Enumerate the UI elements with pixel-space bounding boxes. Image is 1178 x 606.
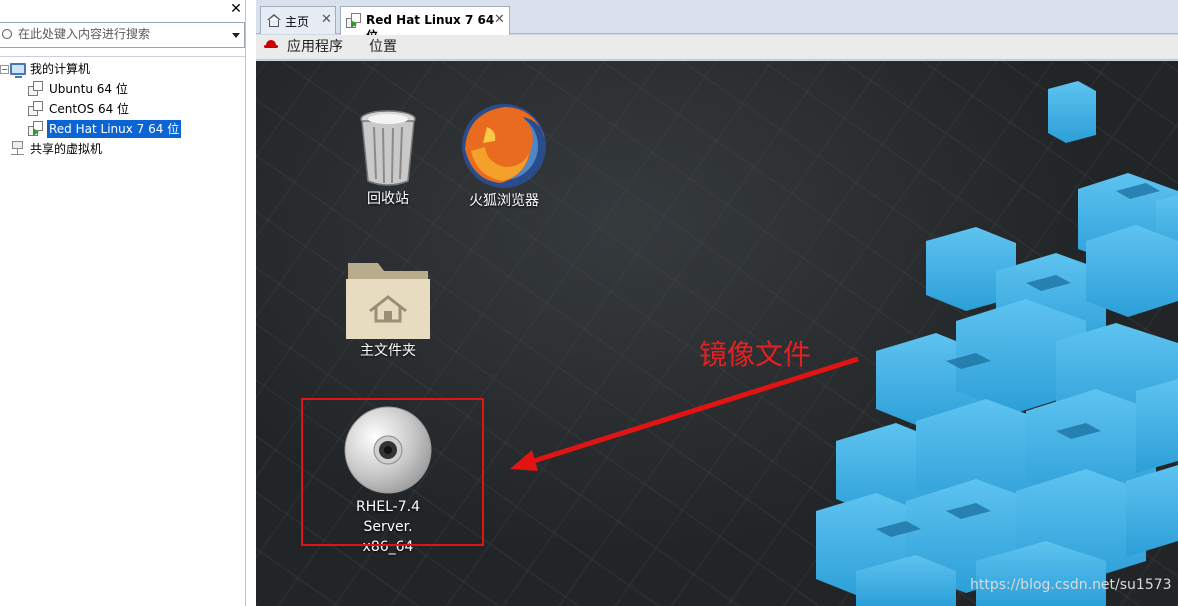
folder-icon bbox=[346, 263, 430, 339]
search-icon bbox=[2, 29, 12, 39]
tab-bar: 主页 ✕ Red Hat Linux 7 64 位 ✕ bbox=[256, 0, 1178, 43]
divider bbox=[0, 56, 245, 57]
search-input[interactable] bbox=[0, 23, 220, 45]
tree-item-label: Ubuntu 64 位 bbox=[49, 82, 128, 96]
gnome-top-bar: 应用程序 位置 bbox=[256, 35, 1178, 60]
menu-places[interactable]: 位置 bbox=[369, 37, 397, 57]
library-search[interactable] bbox=[0, 22, 245, 48]
tree-item-label: 我的计算机 bbox=[30, 62, 91, 76]
redhat-icon bbox=[264, 40, 278, 50]
tree-item-shared-vms[interactable]: 共享的虚拟机 bbox=[0, 139, 245, 159]
tab-label: 主页 bbox=[285, 15, 310, 29]
watermark: https://blog.csdn.net/su1573 bbox=[970, 577, 1172, 593]
close-icon[interactable]: ✕ bbox=[321, 12, 332, 27]
tree-item-vm-selected[interactable]: Red Hat Linux 7 64 位 bbox=[0, 119, 245, 139]
tree-item-label: Red Hat Linux 7 64 位 bbox=[47, 120, 182, 138]
desktop[interactable]: 回收站 火狐浏览器 主文件夹 RHEL-7.4 Server. x86_64 镜… bbox=[256, 61, 1178, 606]
desktop-icon-firefox[interactable]: 火狐浏览器 bbox=[449, 101, 559, 211]
icon-label: 回收站 bbox=[367, 191, 409, 207]
shared-network-icon bbox=[10, 141, 26, 157]
close-panel-icon[interactable]: ✕ bbox=[229, 1, 243, 17]
tree-item-vm[interactable]: CentOS 64 位 bbox=[0, 99, 245, 119]
firefox-icon bbox=[462, 104, 546, 188]
collapse-icon[interactable]: − bbox=[0, 65, 9, 74]
vm-icon bbox=[28, 81, 44, 97]
icon-label: 主文件夹 bbox=[360, 343, 416, 359]
tab-redhat-vm[interactable]: Red Hat Linux 7 64 位 ✕ bbox=[340, 6, 510, 43]
menu-applications[interactable]: 应用程序 bbox=[287, 37, 343, 57]
annotation-arrow-icon bbox=[510, 356, 859, 471]
icon-label: 火狐浏览器 bbox=[469, 193, 539, 209]
tree-item-vm[interactable]: Ubuntu 64 位 bbox=[0, 79, 245, 99]
tab-home[interactable]: 主页 ✕ bbox=[260, 6, 336, 34]
close-icon[interactable]: ✕ bbox=[494, 12, 505, 27]
tree-item-label: 共享的虚拟机 bbox=[30, 142, 103, 156]
home-icon bbox=[267, 14, 281, 27]
tree-item-label: CentOS 64 位 bbox=[49, 102, 130, 116]
vm-tree: − 我的计算机 Ubuntu 64 位 CentOS 64 位 Red Hat … bbox=[0, 59, 245, 159]
tree-item-my-computer[interactable]: − 我的计算机 bbox=[0, 59, 245, 79]
annotation-highlight-box bbox=[301, 398, 484, 546]
desktop-icon-home-folder[interactable]: 主文件夹 bbox=[333, 255, 443, 361]
running-vm-icon bbox=[346, 13, 362, 29]
library-panel: ✕ − 我的计算机 Ubuntu 64 位 CentOS 64 位 Red Ha… bbox=[0, 0, 246, 606]
desktop-icon-trash[interactable]: 回收站 bbox=[333, 105, 443, 209]
trash-icon bbox=[360, 110, 416, 186]
vm-console-area: 主页 ✕ Red Hat Linux 7 64 位 ✕ 应用程序 位置 bbox=[256, 0, 1178, 606]
computer-icon bbox=[10, 63, 26, 78]
chevron-down-icon[interactable] bbox=[232, 33, 240, 38]
vm-icon bbox=[28, 101, 44, 117]
running-vm-icon bbox=[28, 121, 44, 137]
